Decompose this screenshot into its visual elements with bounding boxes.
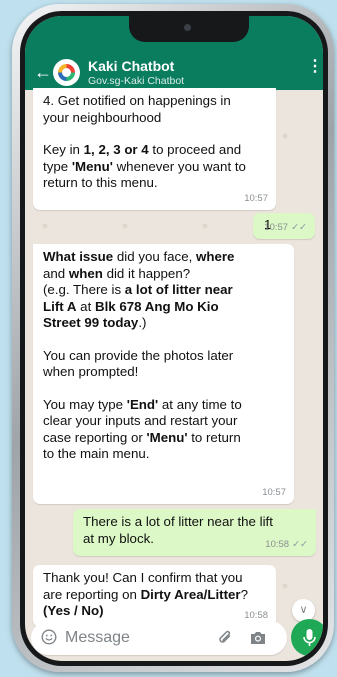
mic-button[interactable] (291, 619, 323, 656)
more-vert-icon[interactable]: ⋮ (307, 59, 323, 75)
message-line: are reporting on Dirty Area/Litter? (43, 586, 248, 602)
arrow-left-icon[interactable]: ← (34, 63, 52, 81)
message-line: clear your inputs and restart your (43, 413, 238, 428)
message-line: You may type 'End' at any time to (43, 396, 242, 412)
message-line: What issue did you face, where (43, 249, 235, 264)
double-check-icon: ✓✓ (291, 221, 307, 233)
message-line: your neighbourhood (43, 109, 162, 125)
mic-icon (303, 629, 316, 646)
message-line: Street 99 today.) (43, 315, 147, 330)
message-line: You can provide the photos later (43, 347, 234, 363)
phone-notch (129, 16, 249, 42)
message-input[interactable]: Message (65, 629, 130, 647)
chat-title[interactable]: Kaki Chatbot (88, 58, 174, 74)
message-line: Key in 1, 2, 3 or 4 to proceed and (43, 142, 242, 157)
message-line: and when did it happen? (43, 265, 191, 281)
message-line: to the main menu. (43, 446, 150, 461)
message-bubble-incoming: Thank you! Can I confirm that you are re… (33, 565, 276, 627)
message-bubble-outgoing: There is a lot of litter near the lift a… (73, 509, 316, 556)
message-bubble-incoming: 4. Get notified on happenings in your ne… (33, 88, 276, 210)
message-line: Thank you! Can I confirm that you (43, 570, 243, 585)
message-line: when prompted! (43, 364, 139, 379)
message-line: return to this menu. (43, 175, 158, 190)
message-line: 4. Get notified on happenings in (43, 93, 231, 108)
message-time: 10:58 ✓✓ (265, 538, 308, 550)
message-line: case reporting or 'Menu' to return (43, 429, 241, 445)
double-check-icon: ✓✓ (292, 538, 308, 550)
front-camera (184, 24, 191, 31)
message-time: 10:57 ✓✓ (264, 221, 307, 233)
message-bubble-incoming: What issue did you face, where and when … (33, 244, 294, 504)
message-line: (Yes / No) (43, 603, 104, 618)
avatar[interactable] (53, 59, 80, 86)
chat-subtitle: Gov.sg-Kaki Chatbot (88, 75, 185, 87)
message-line: (e.g. There is a lot of litter near (43, 282, 233, 297)
message-bubble-outgoing: 1 10:57 ✓✓ (253, 213, 315, 239)
message-line: type 'Menu' whenever you want to (43, 158, 246, 174)
message-time: 10:57 (262, 486, 286, 498)
camera-icon[interactable] (249, 629, 267, 647)
emoji-icon[interactable] (41, 629, 57, 645)
paperclip-icon[interactable] (217, 629, 235, 647)
message-time: 10:57 (244, 192, 268, 204)
message-line: There is a lot of litter near the lift (83, 514, 273, 529)
chat-screen: ← Kaki Chatbot Gov.sg-Kaki Chatbot ⋮ 4. … (25, 16, 323, 661)
message-input-bar[interactable]: Message (31, 621, 287, 655)
message-line: Lift A at Blk 678 Ang Mo Kio (43, 298, 219, 314)
